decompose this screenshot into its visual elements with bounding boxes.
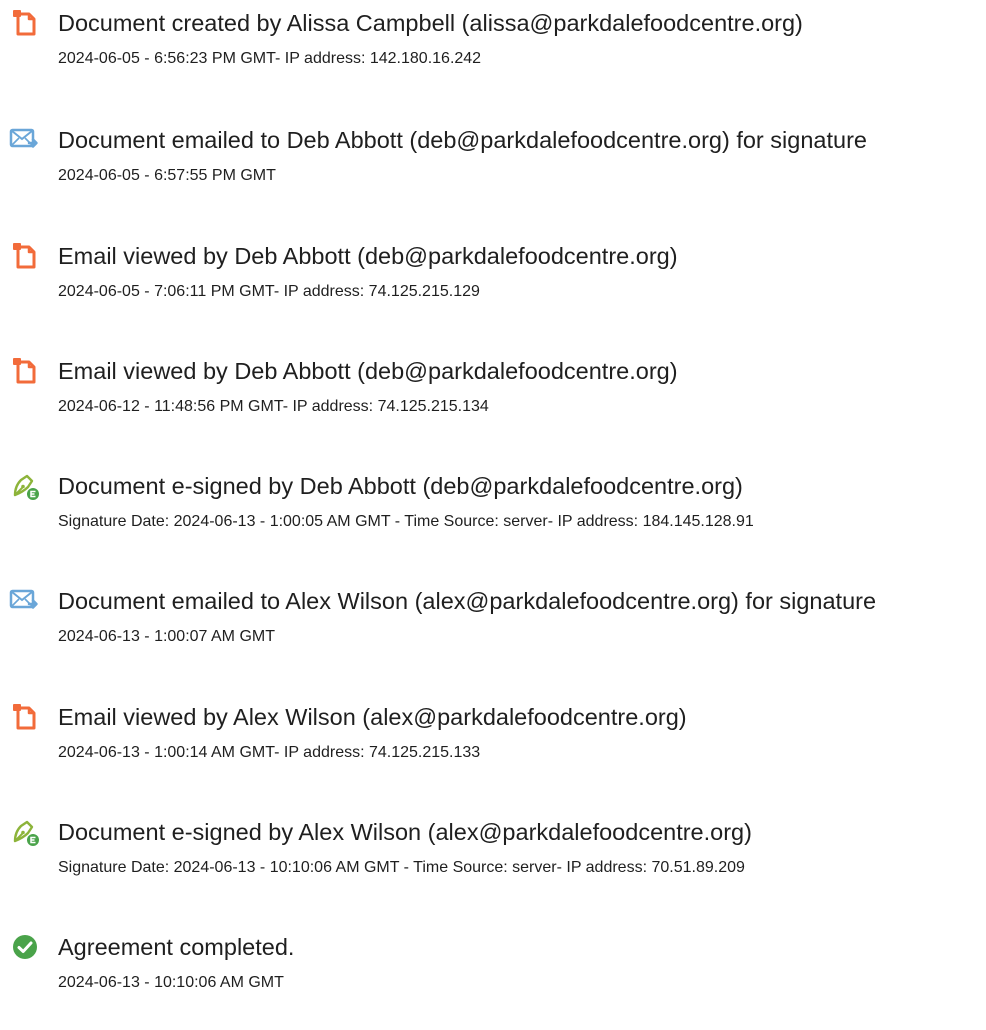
audit-event: Email viewed by Alex Wilson (alex@parkda…	[0, 700, 986, 800]
event-detail: Signature Date: 2024-06-13 - 1:00:05 AM …	[58, 513, 754, 530]
event-detail: 2024-06-05 - 6:56:23 PM GMT- IP address:…	[58, 50, 482, 67]
check-circle-icon	[8, 930, 42, 964]
audit-event: Email viewed by Deb Abbott (deb@parkdale…	[0, 354, 986, 454]
audit-event: Email viewed by Deb Abbott (deb@parkdale…	[0, 239, 986, 339]
audit-event: Document created by Alissa Campbell (ali…	[0, 6, 986, 106]
audit-event: Document emailed to Deb Abbott (deb@park…	[0, 123, 986, 223]
document-icon	[8, 6, 42, 40]
event-detail: Signature Date: 2024-06-13 - 10:10:06 AM…	[58, 859, 745, 876]
audit-event: Document e-signed by Deb Abbott (deb@par…	[0, 469, 986, 569]
email-sent-icon	[8, 584, 42, 618]
document-icon	[8, 354, 42, 388]
document-icon	[8, 239, 42, 273]
email-sent-icon	[8, 123, 42, 157]
event-title: Email viewed by Alex Wilson (alex@parkda…	[58, 704, 687, 730]
event-detail: 2024-06-05 - 7:06:11 PM GMT- IP address:…	[58, 283, 480, 300]
event-title: Document emailed to Deb Abbott (deb@park…	[58, 127, 867, 153]
event-detail: 2024-06-13 - 1:00:07 AM GMT	[58, 628, 275, 645]
event-title: Document created by Alissa Campbell (ali…	[58, 10, 803, 36]
e-sign-pen-icon	[8, 469, 42, 503]
event-detail: 2024-06-12 - 11:48:56 PM GMT- IP address…	[58, 398, 489, 415]
document-icon	[8, 700, 42, 734]
event-title: Document emailed to Alex Wilson (alex@pa…	[58, 588, 877, 614]
audit-event: Agreement completed. 2024-06-13 - 10:10:…	[0, 930, 986, 1030]
audit-trail-list: Document created by Alissa Campbell (ali…	[0, 0, 986, 992]
event-detail: 2024-06-13 - 10:10:06 AM GMT	[58, 974, 284, 991]
event-title: Agreement completed.	[58, 934, 295, 960]
event-detail: 2024-06-13 - 1:00:14 AM GMT- IP address:…	[58, 744, 481, 761]
audit-event: Document emailed to Alex Wilson (alex@pa…	[0, 584, 986, 684]
e-sign-pen-icon	[8, 815, 42, 849]
event-title: Email viewed by Deb Abbott (deb@parkdale…	[58, 243, 678, 269]
audit-event: Document e-signed by Alex Wilson (alex@p…	[0, 815, 986, 915]
event-title: Document e-signed by Alex Wilson (alex@p…	[58, 819, 752, 845]
event-detail: 2024-06-05 - 6:57:55 PM GMT	[58, 167, 276, 184]
event-title: Email viewed by Deb Abbott (deb@parkdale…	[58, 358, 678, 384]
event-title: Document e-signed by Deb Abbott (deb@par…	[58, 473, 743, 499]
